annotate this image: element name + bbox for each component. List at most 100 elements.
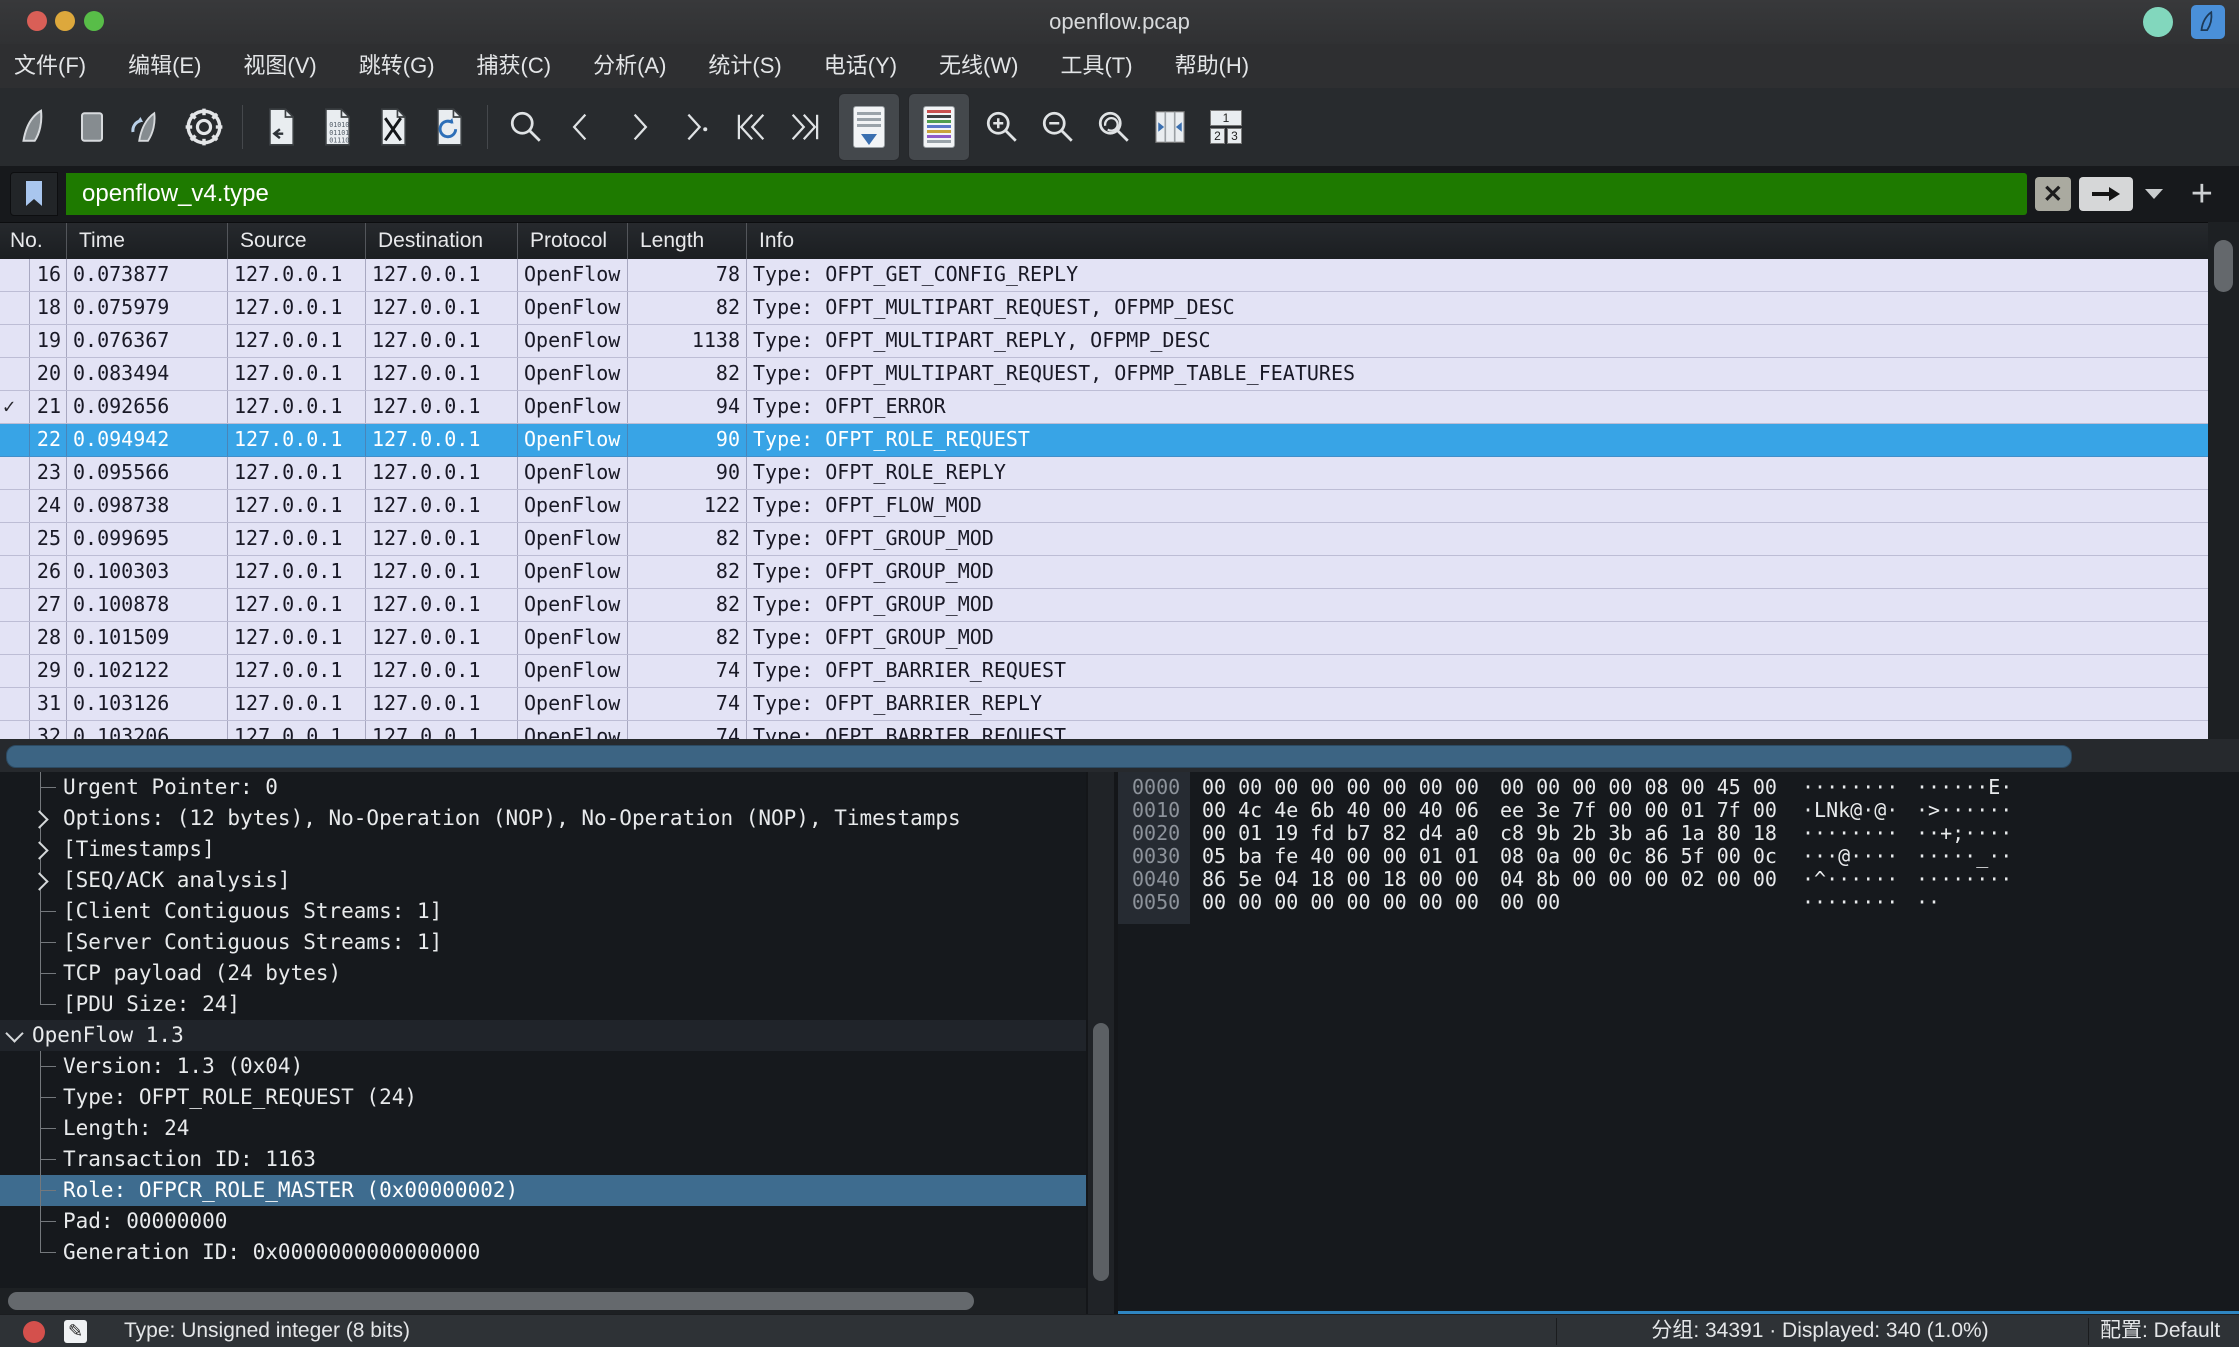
- menu-item-5[interactable]: 分析(A): [579, 44, 680, 88]
- scrollbar-thumb[interactable]: [1093, 1023, 1109, 1281]
- scrollbar-thumb[interactable]: [2214, 240, 2233, 292]
- scrollbar-thumb[interactable]: [6, 745, 2072, 768]
- menu-item-7[interactable]: 电话(Y): [810, 44, 911, 88]
- zoom-reset-button[interactable]: [1086, 95, 1142, 159]
- resize-all-columns-button[interactable]: 123: [1198, 95, 1254, 159]
- menu-item-8[interactable]: 无线(W): [925, 44, 1032, 88]
- packet-row[interactable]: 230.095566127.0.0.1127.0.0.1OpenFlow90Ty…: [0, 457, 2208, 490]
- add-filter-button[interactable]: +: [2191, 175, 2213, 213]
- filter-history-dropdown[interactable]: [2145, 189, 2163, 199]
- detail-row[interactable]: Version: 1.3 (0x04): [0, 1051, 1086, 1082]
- packet-row[interactable]: 260.100303127.0.0.1127.0.0.1OpenFlow82Ty…: [0, 556, 2208, 589]
- detail-row[interactable]: Type: OFPT_ROLE_REQUEST (24): [0, 1082, 1086, 1113]
- packet-row[interactable]: ✓210.092656127.0.0.1127.0.0.1OpenFlow94T…: [0, 391, 2208, 424]
- packet-row[interactable]: 290.102122127.0.0.1127.0.0.1OpenFlow74Ty…: [0, 655, 2208, 688]
- packet-row[interactable]: 280.101509127.0.0.1127.0.0.1OpenFlow82Ty…: [0, 622, 2208, 655]
- menu-item-4[interactable]: 捕获(C): [463, 44, 566, 88]
- open-file-button[interactable]: [253, 95, 309, 159]
- status-profile[interactable]: 配置: Default: [2100, 1315, 2220, 1347]
- menu-item-3[interactable]: 跳转(G): [345, 44, 449, 88]
- expert-info-button[interactable]: [23, 1321, 45, 1343]
- hex-row[interactable]: 001000 4c 4e 6b 40 00 40 06ee 3e 7f 00 0…: [1118, 799, 2239, 822]
- hex-row[interactable]: 005000 00 00 00 00 00 00 0000 00········…: [1118, 891, 2239, 914]
- hex-row[interactable]: 000000 00 00 00 00 00 00 0000 00 00 00 0…: [1118, 776, 2239, 799]
- stop-capture-button[interactable]: [64, 95, 120, 159]
- detail-row[interactable]: Transaction ID: 1163: [0, 1144, 1086, 1175]
- packet-list-hscrollbar[interactable]: [0, 739, 2239, 772]
- scrollbar-thumb[interactable]: [8, 1292, 974, 1310]
- column-header-length[interactable]: Length: [628, 223, 747, 260]
- column-header-no[interactable]: No.: [0, 223, 67, 260]
- column-header-source[interactable]: Source: [228, 223, 366, 260]
- save-file-button[interactable]: 010100110101110: [309, 95, 365, 159]
- go-to-packet-button[interactable]: [666, 95, 722, 159]
- expand-chevron-icon[interactable]: [30, 872, 48, 890]
- detail-row[interactable]: Role: OFPCR_ROLE_MASTER (0x00000002): [0, 1175, 1086, 1206]
- column-header-destination[interactable]: Destination: [366, 223, 518, 260]
- packet-row[interactable]: 160.073877127.0.0.1127.0.0.1OpenFlow78Ty…: [0, 259, 2208, 292]
- packet-row[interactable]: 200.083494127.0.0.1127.0.0.1OpenFlow82Ty…: [0, 358, 2208, 391]
- detail-row[interactable]: Length: 24: [0, 1113, 1086, 1144]
- menu-item-1[interactable]: 编辑(E): [114, 44, 215, 88]
- capture-comment-icon[interactable]: ✎: [64, 1320, 87, 1343]
- hex-row[interactable]: 003005 ba fe 40 00 00 01 0108 0a 00 0c 8…: [1118, 845, 2239, 868]
- detail-row[interactable]: Options: (12 bytes), No-Operation (NOP),…: [0, 803, 1086, 834]
- auto-scroll-toggle-button[interactable]: [838, 93, 900, 161]
- packet-row[interactable]: 180.075979127.0.0.1127.0.0.1OpenFlow82Ty…: [0, 292, 2208, 325]
- hex-row[interactable]: 004086 5e 04 18 00 18 00 0004 8b 00 00 0…: [1118, 868, 2239, 891]
- column-header-info[interactable]: Info: [747, 223, 2208, 260]
- capture-options-button[interactable]: [176, 95, 232, 159]
- colorize-toggle-button[interactable]: [908, 93, 970, 161]
- filter-bookmark-button[interactable]: [10, 172, 58, 216]
- zoom-in-button[interactable]: [974, 95, 1030, 159]
- detail-row[interactable]: TCP payload (24 bytes): [0, 958, 1086, 989]
- hex-row[interactable]: 002000 01 19 fd b7 82 d4 a0c8 9b 2b 3b a…: [1118, 822, 2239, 845]
- packet-row[interactable]: 190.076367127.0.0.1127.0.0.1OpenFlow1138…: [0, 325, 2208, 358]
- detail-row[interactable]: Generation ID: 0x0000000000000000: [0, 1237, 1086, 1268]
- expand-chevron-icon[interactable]: [30, 810, 48, 828]
- display-filter-input[interactable]: openflow_v4.type: [66, 173, 2027, 215]
- column-header-protocol[interactable]: Protocol: [518, 223, 628, 260]
- detail-row[interactable]: [Timestamps]: [0, 834, 1086, 865]
- packet-row[interactable]: 220.094942127.0.0.1127.0.0.1OpenFlow90Ty…: [0, 424, 2208, 457]
- packet-row[interactable]: 250.099695127.0.0.1127.0.0.1OpenFlow82Ty…: [0, 523, 2208, 556]
- detail-row[interactable]: [PDU Size: 24]: [0, 989, 1086, 1020]
- clear-filter-button[interactable]: ✕: [2035, 177, 2071, 211]
- reload-file-button[interactable]: [421, 95, 477, 159]
- packet-row[interactable]: 310.103126127.0.0.1127.0.0.1OpenFlow74Ty…: [0, 688, 2208, 721]
- packet-list-vscrollbar[interactable]: [2208, 222, 2239, 739]
- details-hscrollbar[interactable]: [0, 1288, 1086, 1314]
- menu-item-0[interactable]: 文件(F): [0, 44, 100, 88]
- detail-row[interactable]: [SEQ/ACK analysis]: [0, 865, 1086, 896]
- go-forward-button[interactable]: [610, 95, 666, 159]
- packet-row[interactable]: 240.098738127.0.0.1127.0.0.1OpenFlow122T…: [0, 490, 2208, 523]
- find-packet-button[interactable]: [498, 95, 554, 159]
- expand-chevron-icon[interactable]: [30, 841, 48, 859]
- detail-row[interactable]: [Client Contiguous Streams: 1]: [0, 896, 1086, 927]
- start-capture-button[interactable]: [8, 95, 64, 159]
- menu-item-9[interactable]: 工具(T): [1046, 44, 1146, 88]
- packet-row[interactable]: 270.100878127.0.0.1127.0.0.1OpenFlow82Ty…: [0, 589, 2208, 622]
- close-file-button[interactable]: [365, 95, 421, 159]
- menu-item-10[interactable]: 帮助(H): [1161, 44, 1264, 88]
- menu-item-2[interactable]: 视图(V): [229, 44, 330, 88]
- apply-filter-button[interactable]: [2079, 177, 2133, 211]
- column-header-time[interactable]: Time: [67, 223, 228, 260]
- go-first-packet-button[interactable]: [722, 95, 778, 159]
- menu-item-6[interactable]: 统计(S): [694, 44, 795, 88]
- go-back-button[interactable]: [554, 95, 610, 159]
- restart-capture-button[interactable]: [120, 95, 176, 159]
- go-last-packet-button[interactable]: [778, 95, 834, 159]
- details-vscrollbar[interactable]: [1088, 772, 1114, 1314]
- detail-row[interactable]: [Server Contiguous Streams: 1]: [0, 927, 1086, 958]
- packet-cell: [0, 292, 30, 324]
- collapse-chevron-icon[interactable]: [5, 1024, 23, 1042]
- detail-row[interactable]: Urgent Pointer: 0: [0, 772, 1086, 803]
- packet-cell: 22: [30, 424, 67, 456]
- detail-row[interactable]: OpenFlow 1.3: [0, 1020, 1086, 1051]
- packet-row[interactable]: 320.103206127.0.0.1127.0.0.1OpenFlow74Ty…: [0, 721, 2208, 739]
- ascii-bytes: ·>······: [1916, 799, 2012, 822]
- zoom-out-button[interactable]: [1030, 95, 1086, 159]
- detail-row[interactable]: Pad: 00000000: [0, 1206, 1086, 1237]
- resize-columns-button[interactable]: [1142, 95, 1198, 159]
